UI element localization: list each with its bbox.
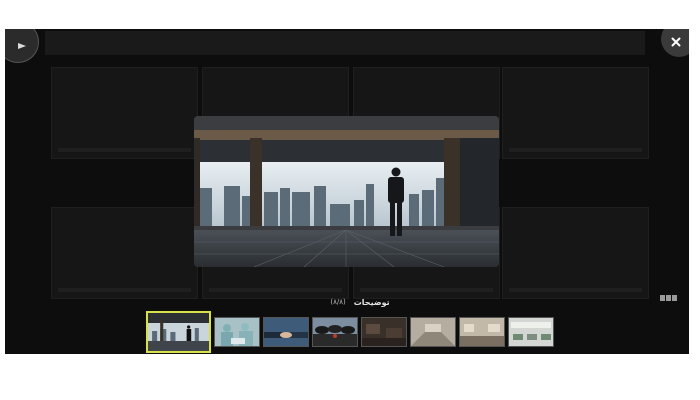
grid-view-icon	[672, 295, 677, 301]
lightbox-viewer: توضیحات (۸/۸)	[5, 29, 689, 354]
thumbnail[interactable]	[361, 316, 407, 347]
thumbnail-image	[215, 317, 259, 346]
thumbnail[interactable]	[214, 316, 260, 347]
close-button[interactable]	[661, 29, 689, 57]
businessman-city-photo	[194, 116, 499, 267]
thumbnail[interactable]	[312, 316, 358, 347]
slideshow-play-button[interactable]	[5, 29, 39, 63]
thumbnail-image	[313, 317, 357, 346]
background-card	[502, 207, 649, 299]
background-card	[51, 207, 198, 299]
grid-view-icon	[666, 295, 671, 301]
thumbnail[interactable]	[508, 316, 554, 347]
caption: توضیحات (۸/۸)	[295, 295, 425, 309]
play-icon	[18, 43, 26, 49]
thumbnail[interactable]	[263, 316, 309, 347]
background-card	[51, 67, 198, 159]
thumbnail-active[interactable]	[146, 310, 211, 353]
thumbnail-image	[509, 317, 553, 346]
thumbnail[interactable]	[459, 316, 505, 347]
thumbnail-image	[411, 317, 455, 346]
close-icon	[671, 37, 681, 47]
thumbnail[interactable]	[410, 316, 456, 347]
thumbnail-image	[264, 317, 308, 346]
thumbnail-image	[362, 317, 406, 346]
grid-view-icon	[660, 295, 665, 301]
thumbnail-image	[148, 312, 209, 351]
caption-title: توضیحات	[353, 297, 390, 307]
main-image[interactable]	[194, 116, 499, 267]
background-card	[502, 67, 649, 159]
image-counter: (۸/۸)	[330, 298, 346, 306]
thumbnail-strip	[146, 310, 554, 353]
thumbnail-image	[460, 317, 504, 346]
grid-view-toggle[interactable]	[660, 295, 677, 301]
background-topbar	[45, 31, 645, 55]
